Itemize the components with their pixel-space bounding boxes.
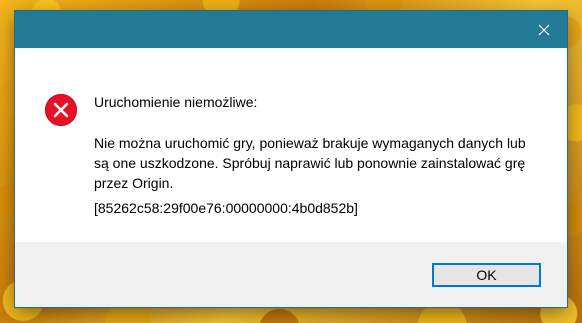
close-icon bbox=[538, 24, 550, 35]
dialog-heading: Uruchomienie niemożliwe: bbox=[94, 94, 258, 110]
error-code: [85262c58:29f00e76:00000000:4b0d852b] bbox=[94, 200, 358, 216]
error-dialog: Uruchomienie niemożliwe: Nie można uruch… bbox=[15, 11, 567, 307]
error-icon bbox=[45, 94, 77, 126]
title-bar[interactable] bbox=[15, 11, 567, 48]
dialog-message: Nie można uruchomić gry, ponieważ brakuj… bbox=[94, 135, 526, 191]
dialog-footer: OK bbox=[15, 242, 567, 307]
dialog-content: Uruchomienie niemożliwe: Nie można uruch… bbox=[15, 48, 567, 242]
ok-button[interactable]: OK bbox=[432, 263, 541, 287]
close-button[interactable] bbox=[521, 11, 567, 48]
